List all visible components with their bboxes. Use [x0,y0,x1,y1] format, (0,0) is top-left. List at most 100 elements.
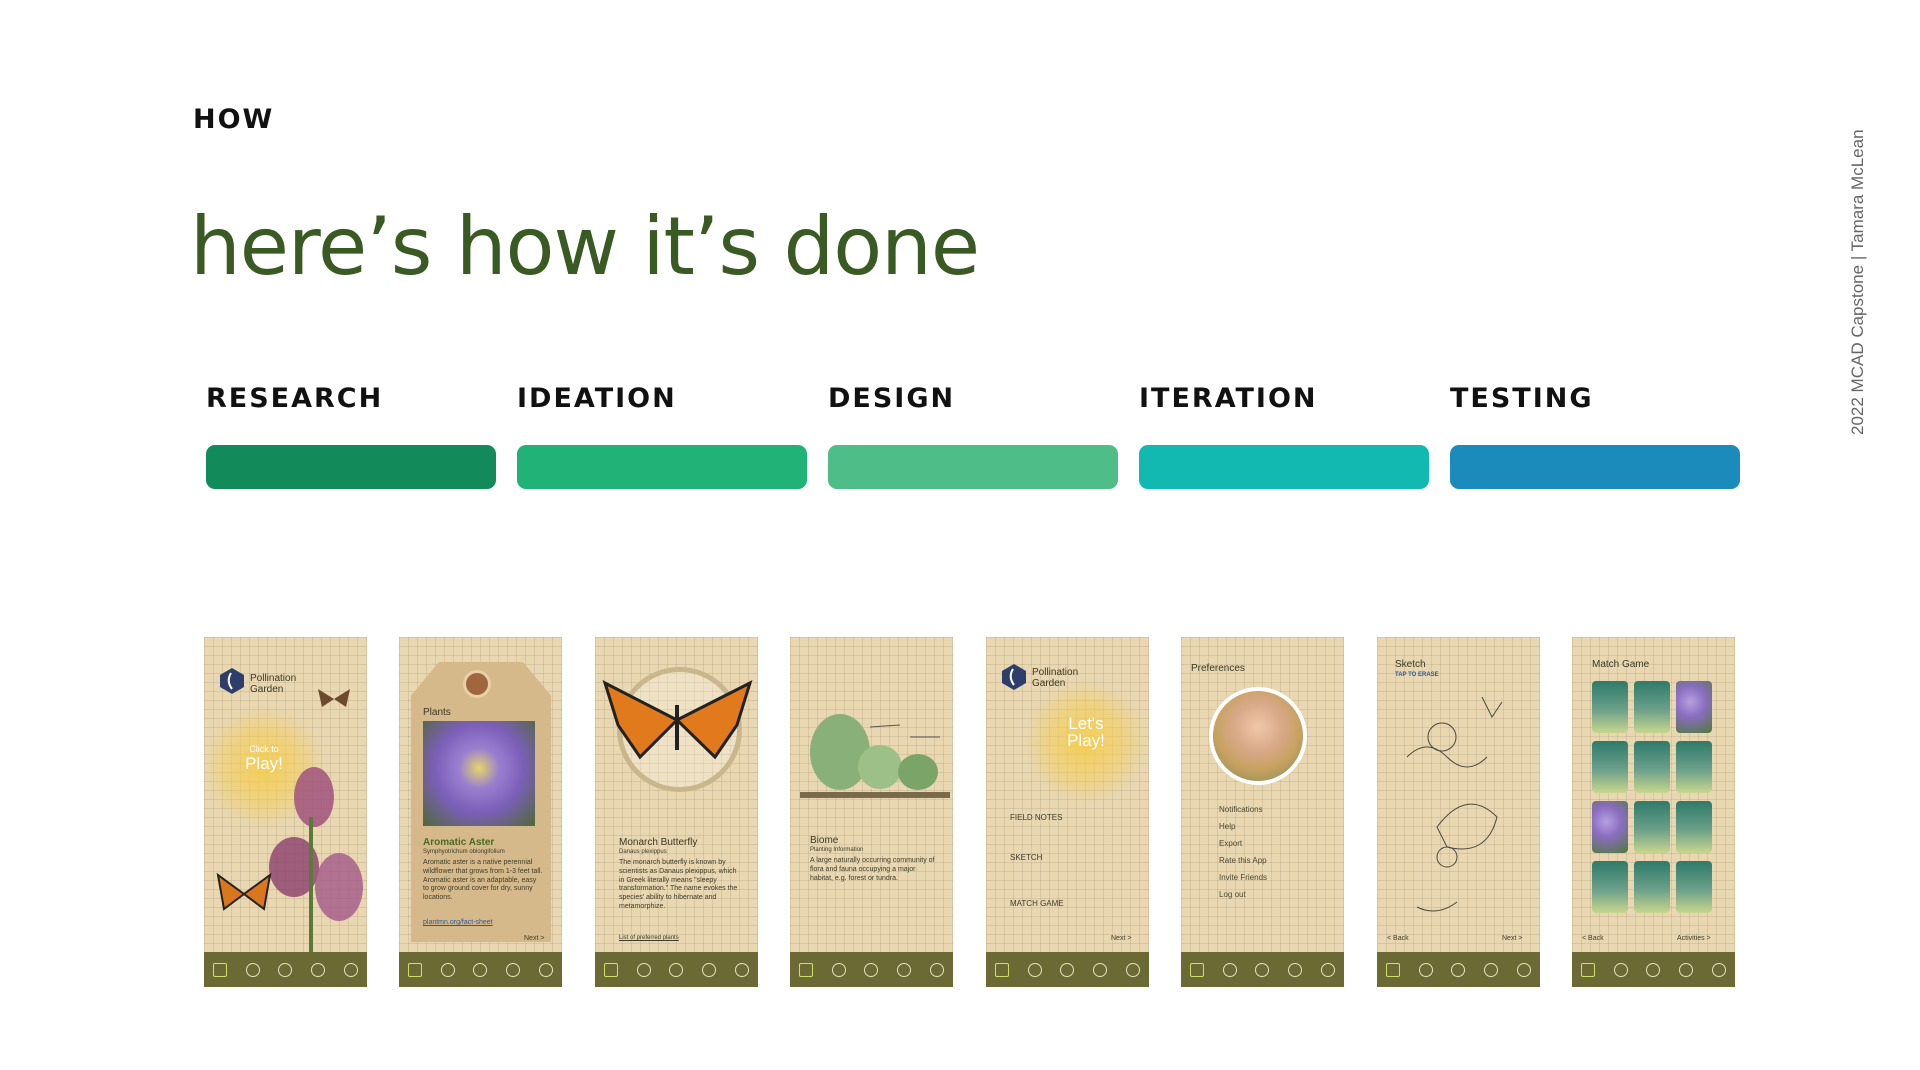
screen-monarch: Monarch Butterfly Danaus plexippus The m… [595,637,758,987]
card-tile[interactable] [1592,741,1628,793]
plants-icon[interactable] [831,962,846,977]
back-link[interactable]: < Back [1387,935,1409,944]
pollinators-icon[interactable] [864,962,879,977]
play-button[interactable]: Let's Play! [1056,715,1116,749]
sketch-title: Sketch [1395,659,1426,670]
plant-name: Aromatic Aster [423,837,495,848]
card-tile[interactable] [1634,741,1670,793]
pollinators-icon[interactable] [669,962,684,977]
card-tile[interactable] [1676,741,1712,793]
next-link[interactable]: Next > [1111,935,1131,944]
stage-label: IDEATION [517,383,677,414]
stage-design: DESIGN [828,383,1118,489]
profile-icon[interactable] [1711,962,1726,977]
pollinators-icon[interactable] [1646,962,1661,977]
bottom-nav [1377,952,1540,987]
menu-notifications[interactable]: Notifications [1219,805,1263,814]
bottom-nav [399,952,562,987]
home-icon[interactable] [604,962,619,977]
card-tile[interactable] [1634,861,1670,913]
biome-icon[interactable] [897,962,912,977]
home-icon[interactable] [213,962,228,977]
card-tile[interactable] [1634,681,1670,733]
card-tile[interactable] [1676,801,1712,853]
card-tile[interactable] [1634,801,1670,853]
profile-icon[interactable] [1125,962,1140,977]
note-field-notes[interactable]: FIELD NOTES [1010,813,1062,823]
home-icon[interactable] [1386,962,1401,977]
plants-icon[interactable] [245,962,260,977]
logo-icon [220,668,244,694]
pollinators-icon[interactable] [1060,962,1075,977]
cta-small: Click to [249,744,279,754]
screen-biome: Biome Planting Information A large natur… [790,637,953,987]
note-match-game[interactable]: MATCH GAME [1010,899,1064,909]
note-sketch[interactable]: SKETCH [1010,853,1042,863]
stage-testing: TESTING [1450,383,1740,489]
screen-match-game: Match Game < Back Activities > [1572,637,1735,987]
menu-export[interactable]: Export [1219,839,1242,848]
logo-icon [1002,664,1026,690]
tag-hole [463,670,491,698]
biome-icon[interactable] [1288,962,1303,977]
profile-icon[interactable] [1516,962,1531,977]
latin-name: Danaus plexippus [619,849,667,855]
next-link[interactable]: Next > [1502,935,1522,944]
stage-iteration: ITERATION [1139,383,1429,489]
biome-icon[interactable] [702,962,717,977]
menu-invite-friends[interactable]: Invite Friends [1219,873,1267,882]
section-eyebrow: HOW [193,104,275,135]
screen-sketch: Sketch TAP TO ERASE < Back Next > [1377,637,1540,987]
biome-icon[interactable] [311,962,326,977]
screen-plants: Plants Aromatic Aster Symphyotrichum obl… [399,637,562,987]
plants-icon[interactable] [1027,962,1042,977]
card-tile[interactable] [1592,861,1628,913]
home-icon[interactable] [799,962,814,977]
profile-icon[interactable] [343,962,358,977]
biome-icon[interactable] [1093,962,1108,977]
monarch-icon [602,680,753,760]
home-icon[interactable] [1190,962,1205,977]
card-tile[interactable] [1592,681,1628,733]
profile-icon[interactable] [929,962,944,977]
plants-icon[interactable] [1222,962,1237,977]
card-tile[interactable] [1676,861,1712,913]
home-icon[interactable] [1581,962,1596,977]
biome-icon[interactable] [506,962,521,977]
plants-icon[interactable] [1613,962,1628,977]
home-icon[interactable] [995,962,1010,977]
menu-rate-app[interactable]: Rate this App [1219,856,1267,865]
pollinators-icon[interactable] [278,962,293,977]
next-link[interactable]: Next > [524,935,544,944]
stage-bar [206,445,496,489]
profile-icon[interactable] [734,962,749,977]
back-link[interactable]: < Back [1582,935,1604,944]
profile-icon[interactable] [1320,962,1335,977]
card-tile[interactable] [1592,801,1628,853]
biome-icon[interactable] [1679,962,1694,977]
bottom-nav [595,952,758,987]
plants-link[interactable]: List of preferred plants [619,935,679,943]
stage-ideation: IDEATION [517,383,807,489]
card-tile[interactable] [1676,681,1712,733]
plants-icon[interactable] [440,962,455,977]
profile-icon[interactable] [538,962,553,977]
fact-sheet-link[interactable]: plantmn.org/fact-sheet [423,919,493,928]
plants-icon[interactable] [636,962,651,977]
sketch-canvas[interactable] [1387,677,1532,927]
pollinators-icon[interactable] [1255,962,1270,977]
bottom-nav [1572,952,1735,987]
plants-icon[interactable] [1418,962,1433,977]
butterfly-icon [216,872,272,911]
bottom-nav [986,952,1149,987]
home-icon[interactable] [408,962,423,977]
pollinators-icon[interactable] [1451,962,1466,977]
activities-link[interactable]: Activities > [1677,935,1711,944]
biome-icon[interactable] [1484,962,1499,977]
biome-diagram [800,714,950,798]
menu-log-out[interactable]: Log out [1219,890,1246,899]
pollinators-icon[interactable] [473,962,488,977]
menu-help[interactable]: Help [1219,822,1235,831]
bottom-nav [204,952,367,987]
avatar[interactable] [1209,687,1307,785]
